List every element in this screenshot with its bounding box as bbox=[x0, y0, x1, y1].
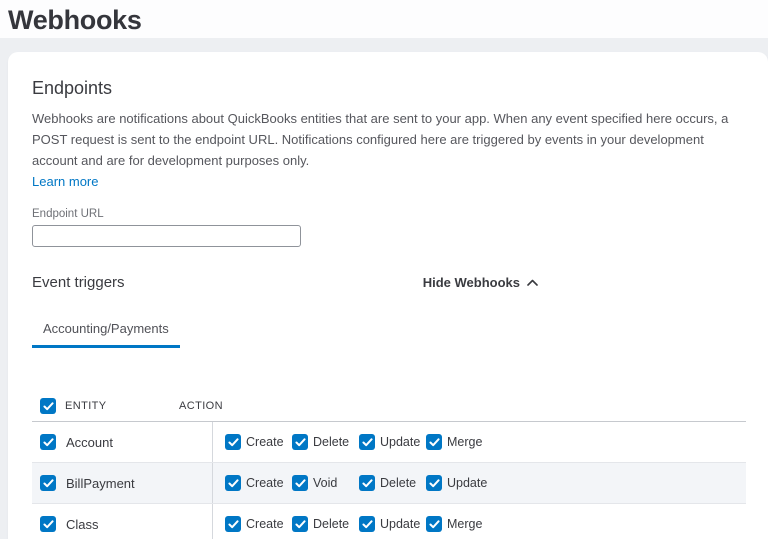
action-checkbox[interactable] bbox=[292, 475, 308, 491]
entity-action-table: ENTITY ACTION Account Create Delete Upda… bbox=[32, 391, 746, 539]
action-cell: Create Delete Update Merge bbox=[212, 504, 746, 539]
hide-webhooks-label: Hide Webhooks bbox=[423, 275, 520, 290]
endpoints-description: Webhooks are notifications about QuickBo… bbox=[32, 108, 748, 171]
hide-webhooks-button[interactable]: Hide Webhooks bbox=[423, 275, 538, 290]
entity-label: Account bbox=[66, 435, 113, 450]
entity-cell: Account bbox=[32, 422, 212, 462]
action-item: Create bbox=[225, 516, 292, 532]
table-row: Class Create Delete Update Merge bbox=[32, 504, 746, 539]
action-label: Update bbox=[447, 476, 487, 490]
action-item: Update bbox=[359, 434, 426, 450]
action-label: Update bbox=[380, 435, 420, 449]
entity-column-header: ENTITY bbox=[65, 400, 107, 412]
action-label: Void bbox=[313, 476, 337, 490]
action-item: Delete bbox=[292, 516, 359, 532]
table-row: Account Create Delete Update Merge bbox=[32, 422, 746, 463]
action-checkbox[interactable] bbox=[225, 434, 241, 450]
action-label: Create bbox=[246, 435, 284, 449]
action-checkbox[interactable] bbox=[359, 475, 375, 491]
action-item: Create bbox=[225, 434, 292, 450]
learn-more-link[interactable]: Learn more bbox=[32, 174, 98, 189]
action-checkbox[interactable] bbox=[426, 434, 442, 450]
action-cell: Create Void Delete Update bbox=[212, 463, 746, 503]
entity-label: BillPayment bbox=[66, 476, 135, 491]
action-item: Create bbox=[225, 475, 292, 491]
endpoint-url-label: Endpoint URL bbox=[32, 208, 746, 220]
tab-accounting-payments[interactable]: Accounting/Payments bbox=[32, 321, 180, 348]
action-checkbox[interactable] bbox=[426, 475, 442, 491]
entity-cell: BillPayment bbox=[32, 463, 212, 503]
action-checkbox[interactable] bbox=[292, 434, 308, 450]
action-column-header: ACTION bbox=[179, 400, 223, 412]
entity-label: Class bbox=[66, 517, 99, 532]
action-label: Create bbox=[246, 476, 284, 490]
action-item: Void bbox=[292, 475, 359, 491]
action-item: Update bbox=[359, 516, 426, 532]
tab-bar: Accounting/Payments bbox=[32, 320, 746, 348]
action-checkbox[interactable] bbox=[292, 516, 308, 532]
action-checkbox[interactable] bbox=[359, 516, 375, 532]
action-checkbox[interactable] bbox=[225, 516, 241, 532]
action-item: Update bbox=[426, 475, 493, 491]
action-checkbox[interactable] bbox=[426, 516, 442, 532]
action-item: Merge bbox=[426, 434, 493, 450]
event-triggers-heading: Event triggers bbox=[32, 274, 125, 291]
action-label: Delete bbox=[380, 476, 416, 490]
action-item: Merge bbox=[426, 516, 493, 532]
table-body: Account Create Delete Update Merge Bi bbox=[32, 422, 746, 539]
action-label: Merge bbox=[447, 435, 482, 449]
action-label: Delete bbox=[313, 435, 349, 449]
action-label: Update bbox=[380, 517, 420, 531]
table-row: BillPayment Create Void Delete Update bbox=[32, 463, 746, 504]
page-header: Webhooks bbox=[0, 0, 768, 38]
action-item: Delete bbox=[359, 475, 426, 491]
action-checkbox[interactable] bbox=[359, 434, 375, 450]
table-header-row: ENTITY ACTION bbox=[32, 391, 746, 422]
chevron-up-icon bbox=[527, 279, 538, 286]
page-title: Webhooks bbox=[8, 5, 768, 36]
endpoint-url-input[interactable] bbox=[32, 225, 301, 247]
entity-checkbox[interactable] bbox=[40, 516, 56, 532]
entity-checkbox[interactable] bbox=[40, 434, 56, 450]
select-all-checkbox[interactable] bbox=[40, 398, 56, 414]
event-triggers-row: Event triggers Hide Webhooks bbox=[32, 274, 538, 291]
action-cell: Create Delete Update Merge bbox=[212, 422, 746, 462]
action-label: Create bbox=[246, 517, 284, 531]
endpoints-heading: Endpoints bbox=[32, 78, 746, 99]
action-checkbox[interactable] bbox=[225, 475, 241, 491]
action-label: Merge bbox=[447, 517, 482, 531]
action-label: Delete bbox=[313, 517, 349, 531]
endpoints-card: Endpoints Webhooks are notifications abo… bbox=[8, 52, 768, 539]
action-item: Delete bbox=[292, 434, 359, 450]
entity-cell: Class bbox=[32, 504, 212, 539]
entity-checkbox[interactable] bbox=[40, 475, 56, 491]
